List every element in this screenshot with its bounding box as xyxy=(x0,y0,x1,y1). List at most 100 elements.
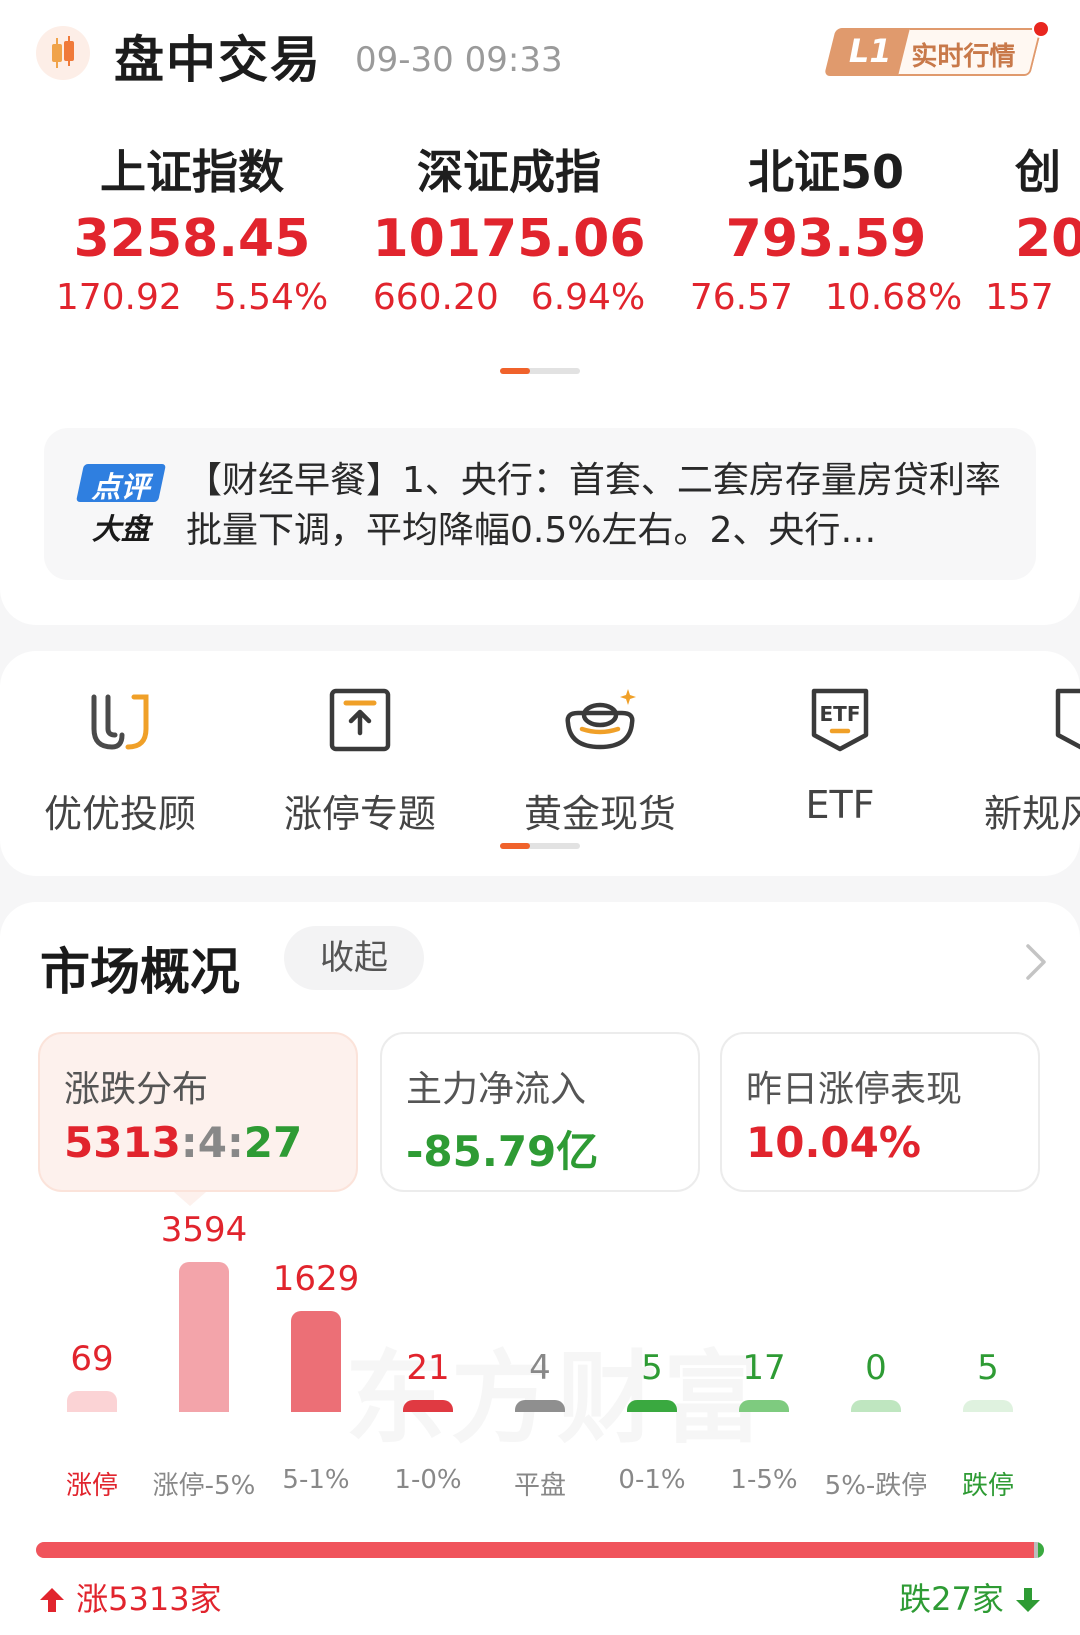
bar-value-label: 1629 xyxy=(272,1259,360,1299)
index-pct: 5.54% xyxy=(213,277,329,318)
index-value: 20 xyxy=(1015,209,1080,269)
index-value: 3258.45 xyxy=(73,209,311,269)
bar xyxy=(67,1391,117,1412)
index-name: 北证50 xyxy=(747,145,904,199)
bar-column: 5 跌停 xyxy=(932,1222,1044,1522)
svg-text:ETF: ETF xyxy=(820,702,861,726)
market-overview-card: 市场概况 收起 涨跌分布 5313:4:27 主力净流入 -85.79亿 昨日涨… xyxy=(0,902,1080,1635)
index-pager xyxy=(500,368,580,374)
shortcut-new-rules[interactable]: 新规风 xyxy=(960,685,1080,836)
bar-value-label: 17 xyxy=(742,1348,786,1388)
stat-label: 主力净流入 xyxy=(406,1069,587,1110)
index-item-sz[interactable]: 深证成指 10175.06 660.20 6.94% xyxy=(351,140,667,322)
shortcut-pager xyxy=(500,843,580,849)
index-name: 创 xyxy=(1015,145,1061,199)
chevron-right-icon[interactable] xyxy=(1016,942,1056,982)
bar-value-label: 4 xyxy=(529,1348,551,1388)
ratio-down xyxy=(1038,1542,1044,1558)
stat-card-distribution[interactable]: 涨跌分布 5313:4:27 xyxy=(38,1032,358,1192)
shortcut-card: 优优投顾 涨停专题 黄金现货 ETF ETF 新规风 xyxy=(0,651,1080,876)
bar-column: 69 涨停 xyxy=(36,1222,148,1522)
index-name: 深证成指 xyxy=(417,145,601,199)
page-title: 盘中交易 xyxy=(114,31,322,89)
stat-card-net-inflow[interactable]: 主力净流入 -85.79亿 xyxy=(380,1032,700,1192)
bar-column: 4 平盘 xyxy=(484,1222,596,1522)
collapse-button[interactable]: 收起 xyxy=(284,926,424,990)
index-change: 660.20 xyxy=(372,277,499,318)
selected-indicator xyxy=(174,1192,206,1206)
down-count: 跌27家 xyxy=(899,1574,1042,1620)
distribution-chart: 东方财富 69涨停3594涨停-5%16295-1%211-0%4平盘50-1%… xyxy=(0,1210,1080,1522)
index-value: 793.59 xyxy=(725,209,927,269)
shortcut-label: 黄金现货 xyxy=(523,792,676,836)
bar xyxy=(963,1400,1013,1412)
bar xyxy=(403,1400,453,1412)
bar-value-label: 21 xyxy=(406,1348,450,1388)
stat-value: 10.04% xyxy=(746,1118,921,1167)
bar xyxy=(179,1262,229,1412)
news-text: 【财经早餐】1、央行：首套、二套房存量房贷利率批量下调，平均降幅0.5%左右。2… xyxy=(186,460,1001,551)
bar-category-label: 跌停 xyxy=(961,1471,1014,1501)
bar xyxy=(291,1311,341,1412)
bar xyxy=(739,1400,789,1412)
shortcut-label: 新规风 xyxy=(984,792,1080,836)
index-item-sh[interactable]: 上证指数 3258.45 170.92 5.54% xyxy=(34,140,350,322)
stat-card-limit-up-performance[interactable]: 昨日涨停表现 10.04% xyxy=(720,1032,1040,1192)
bar-column: 3594 涨停-5% xyxy=(148,1210,260,1522)
bar-column: 17 1-5% xyxy=(708,1222,820,1522)
index-name: 上证指数 xyxy=(100,145,284,199)
bar-column: 0 5%-跌停 xyxy=(820,1222,932,1522)
uu-advisor-icon xyxy=(88,685,152,755)
stat-label: 昨日涨停表现 xyxy=(746,1069,963,1110)
shortcut-label: 优优投顾 xyxy=(43,792,196,836)
gold-ingot-icon xyxy=(560,685,640,755)
etf-icon: ETF xyxy=(808,685,872,755)
ratio-up xyxy=(36,1542,1034,1558)
bar-value-label: 0 xyxy=(865,1348,887,1388)
notification-dot xyxy=(1032,20,1050,38)
update-time: 09-30 09:33 xyxy=(355,40,563,80)
up-down-ratio-bar xyxy=(36,1542,1044,1558)
index-change: 170.92 xyxy=(55,277,182,318)
stat-label: 涨跌分布 xyxy=(64,1069,209,1110)
stat-value: 5313:4:27 xyxy=(64,1118,303,1167)
bar-value-label: 5 xyxy=(641,1348,663,1388)
bar-column: 1629 5-1% xyxy=(260,1222,372,1522)
index-item-bz50[interactable]: 北证50 793.59 76.57 10.68% xyxy=(668,140,984,322)
badge-level: L1 xyxy=(848,32,892,70)
shortcut-label: ETF xyxy=(805,783,875,827)
shortcut-etf[interactable]: ETF ETF xyxy=(720,685,960,835)
index-carousel[interactable]: 上证指数 3258.45 170.92 5.54% 深证成指 10175.06 6… xyxy=(0,140,1080,330)
shortcut-uu-advisor[interactable]: 优优投顾 xyxy=(0,685,240,836)
index-pct: 6.94% xyxy=(530,277,646,318)
shortcut-label: 涨停专题 xyxy=(283,792,436,836)
overview-card: 盘中交易 09-30 09:33 L1 实时行情 上证指数 3258.45 17… xyxy=(0,0,1080,625)
arrow-up-icon xyxy=(40,1588,64,1612)
index-pct: 10.68% xyxy=(824,277,963,318)
section-title: 市场概况 xyxy=(40,943,240,1001)
index-change: 157 xyxy=(985,277,1054,318)
bar-value-label: 69 xyxy=(70,1339,114,1380)
market-review-logo: 点评 大盘 xyxy=(75,464,167,546)
up-count: 涨5313家 xyxy=(38,1574,222,1620)
index-change: 76.57 xyxy=(689,277,793,318)
news-banner[interactable]: 点评 大盘 【财经早餐】1、央行：首套、二套房存量房贷利率批量下调，平均降幅0.… xyxy=(44,428,1036,580)
bar xyxy=(515,1400,565,1412)
limit-up-topic-icon xyxy=(328,685,392,755)
new-rules-icon xyxy=(1048,685,1080,755)
bar-column: 21 1-0% xyxy=(372,1222,484,1522)
badge-label: 实时行情 xyxy=(911,42,1016,72)
header-bar: 盘中交易 09-30 09:33 L1 实时行情 xyxy=(0,0,1080,110)
realtime-quote-badge[interactable]: L1 实时行情 xyxy=(824,20,1050,78)
index-value: 10175.06 xyxy=(372,209,646,269)
index-item-cy[interactable]: 创 20 157 xyxy=(985,140,1080,322)
stat-value: -85.79亿 xyxy=(406,1127,599,1176)
bar xyxy=(627,1400,677,1412)
shortcut-limit-up-topic[interactable]: 涨停专题 xyxy=(240,685,480,836)
bar-value-label: 5 xyxy=(977,1348,999,1388)
shortcut-gold-spot[interactable]: 黄金现货 xyxy=(480,685,720,836)
bar-value-label: 3594 xyxy=(160,1210,248,1250)
bar-column: 5 0-1% xyxy=(596,1222,708,1522)
arrow-down-icon xyxy=(1016,1588,1040,1612)
candlestick-icon xyxy=(36,26,90,80)
